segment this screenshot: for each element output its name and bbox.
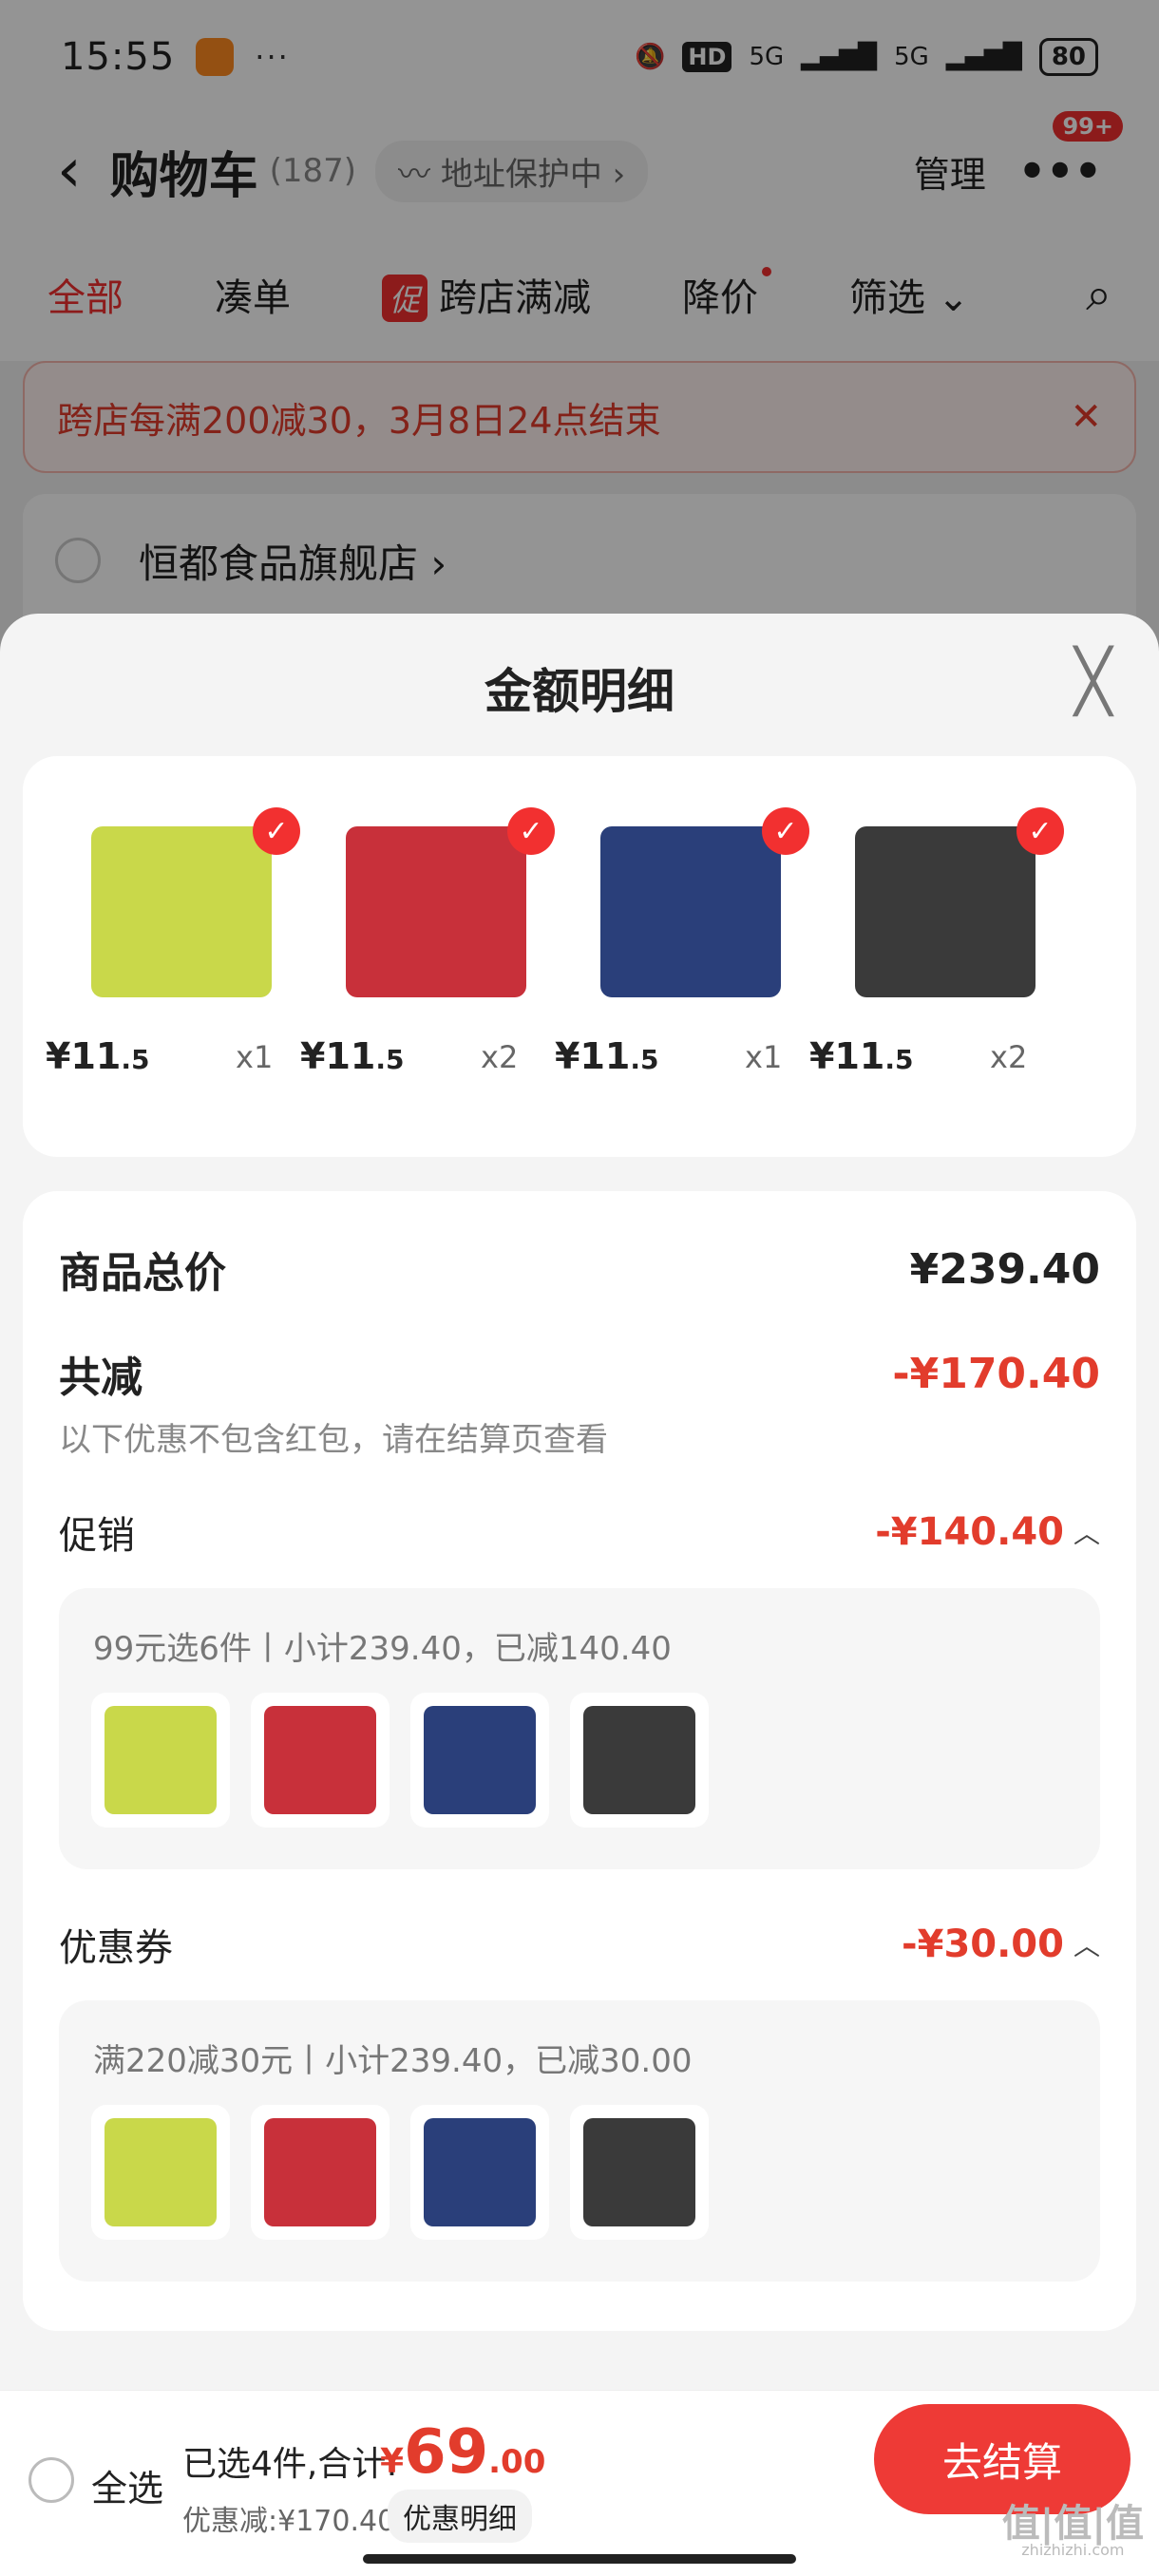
product-image bbox=[346, 826, 526, 997]
product-price: ¥11.5 bbox=[809, 1035, 914, 1077]
checkout-bar: 全选 已选4件,合计: ¥69.00 优惠减:¥170.40 优惠明细 去结算 … bbox=[0, 2390, 1159, 2576]
product-price: ¥11.5 bbox=[300, 1035, 405, 1077]
discount-value: -¥170.40 bbox=[892, 1349, 1100, 1398]
product-summary-card: ✓ ¥11.5 x1 ✓ ¥11.5 x2 ✓ ¥11.5 x1 ✓ ¥11.5… bbox=[23, 756, 1136, 1157]
coupon-detail-box: 满220减30元丨小计239.40，已减30.00 bbox=[59, 2000, 1100, 2282]
product-thumb bbox=[91, 1693, 230, 1828]
total-price-row: 商品总价 ¥239.40 bbox=[59, 1239, 1100, 1299]
product-thumb bbox=[251, 1693, 390, 1828]
promo-row[interactable]: 促销 -¥140.40 ︿ bbox=[59, 1505, 1100, 1560]
product-thumb bbox=[91, 2105, 230, 2240]
total-amount: ¥69.00 bbox=[380, 2417, 546, 2488]
promo-value: -¥140.40 bbox=[875, 1510, 1064, 1554]
product-qty: x2 bbox=[481, 1039, 519, 1075]
promo-label: 促销 bbox=[59, 1514, 135, 1558]
checked-icon[interactable]: ✓ bbox=[253, 807, 300, 855]
home-indicator[interactable] bbox=[363, 2554, 796, 2564]
total-price-label: 商品总价 bbox=[59, 1249, 226, 1297]
amount-breakdown-card: 商品总价 ¥239.40 共减 -¥170.40 以下优惠不包含红包，请在结算页… bbox=[23, 1191, 1136, 2331]
discount-note: 以下优惠不包含红包，请在结算页查看 bbox=[59, 1421, 608, 1459]
checkout-button[interactable]: 去结算 bbox=[874, 2404, 1130, 2514]
close-icon[interactable]: ╳ bbox=[1074, 652, 1112, 712]
watermark: 值|值|值 zhizhizhi.com bbox=[1001, 2502, 1144, 2559]
product-thumb bbox=[570, 1693, 709, 1828]
product-qty: x2 bbox=[990, 1039, 1028, 1075]
discount-row: 共减 -¥170.40 bbox=[59, 1343, 1100, 1404]
product-price: ¥11.5 bbox=[555, 1035, 659, 1077]
product-image bbox=[855, 826, 1036, 997]
coupon-label: 优惠券 bbox=[59, 1926, 173, 1970]
checked-icon[interactable]: ✓ bbox=[1016, 807, 1064, 855]
discount-summary: 优惠减:¥170.40 bbox=[182, 2505, 396, 2538]
product-thumb bbox=[570, 2105, 709, 2240]
selected-count: 已选4件,合计: bbox=[182, 2445, 398, 2484]
product-image bbox=[91, 826, 272, 997]
total-price-value: ¥239.40 bbox=[909, 1244, 1100, 1294]
amount-detail-sheet: 金额明细 ╳ ✓ ¥11.5 x1 ✓ ¥11.5 x2 ✓ ¥11.5 x1 … bbox=[0, 614, 1159, 2576]
select-all-label[interactable]: 全选 bbox=[91, 2459, 163, 2511]
chevron-up-icon[interactable]: ︿ bbox=[1074, 1925, 1100, 1963]
promo-detail-box: 99元选6件丨小计239.40，已减140.40 bbox=[59, 1588, 1100, 1869]
product-qty: x1 bbox=[745, 1039, 783, 1075]
coupon-row[interactable]: 优惠券 -¥30.00 ︿ bbox=[59, 1917, 1100, 1972]
discount-label: 共减 bbox=[59, 1354, 142, 1402]
checked-icon[interactable]: ✓ bbox=[762, 807, 809, 855]
product-qty: x1 bbox=[236, 1039, 274, 1075]
product-price: ¥11.5 bbox=[46, 1035, 150, 1077]
promo-detail-text: 99元选6件丨小计239.40，已减140.40 bbox=[93, 1630, 672, 1668]
sheet-title: 金额明细 bbox=[484, 664, 674, 719]
product-image bbox=[600, 826, 781, 997]
chevron-up-icon[interactable]: ︿ bbox=[1074, 1513, 1100, 1551]
product-thumb bbox=[410, 1693, 549, 1828]
product-thumb bbox=[410, 2105, 549, 2240]
coupon-value: -¥30.00 bbox=[902, 1923, 1064, 1966]
checked-icon[interactable]: ✓ bbox=[507, 807, 555, 855]
product-thumb bbox=[251, 2105, 390, 2240]
discount-detail-button[interactable]: 优惠明细 bbox=[388, 2490, 532, 2543]
select-all-checkbox[interactable] bbox=[28, 2457, 74, 2503]
coupon-detail-text: 满220减30元丨小计239.40，已减30.00 bbox=[93, 2042, 693, 2080]
